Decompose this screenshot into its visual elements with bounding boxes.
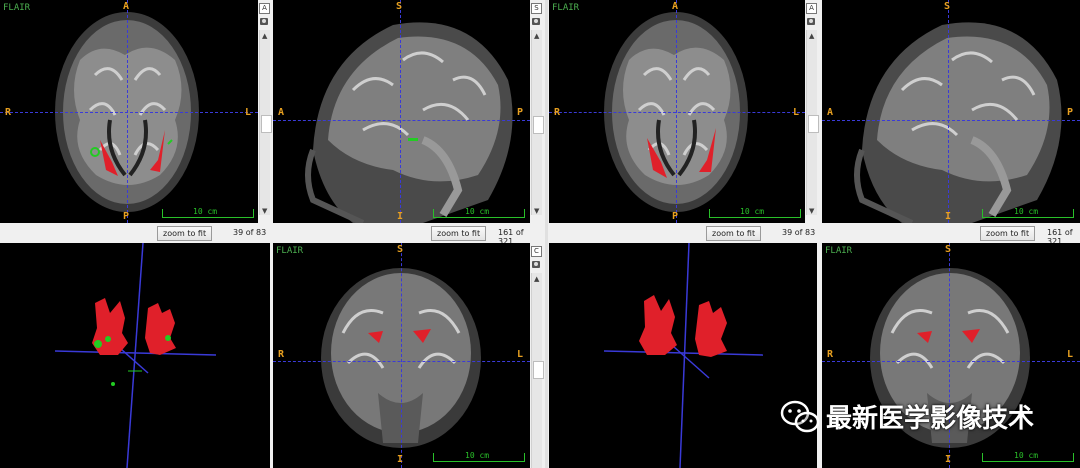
watermark: 最新医学影像技术 — [780, 398, 1034, 435]
coronal-view[interactable]: FLAIR S R L I 10 cm — [273, 243, 530, 468]
scroll-up-icon[interactable]: ▲ — [534, 32, 539, 40]
camera-icon[interactable] — [532, 18, 540, 25]
sagittal-sidebar: S ▲ ▼ — [530, 0, 544, 223]
sagittal-toolbar: zoom to fit 161 of 321 — [822, 224, 1080, 246]
crosshair-horizontal — [0, 112, 258, 113]
scale-label: 10 cm — [193, 207, 218, 216]
axial-sidebar: A ▲ ▼ — [805, 0, 819, 223]
3d-lesion-render — [603, 243, 764, 468]
axial-view-button[interactable]: A — [806, 3, 817, 14]
scroll-down-icon[interactable]: ▼ — [809, 207, 814, 215]
sagittal-view-button[interactable]: S — [531, 3, 542, 14]
scroll-thumb[interactable] — [808, 115, 819, 133]
orientation-inferior: I — [397, 211, 404, 222]
coronal-sidebar: C ▲ — [530, 243, 544, 468]
sagittal-scrollbar[interactable]: ▲ ▼ — [531, 30, 544, 215]
panel-divider — [545, 0, 548, 468]
watermark-text: 最新医学影像技术 — [826, 404, 1035, 434]
orientation-inferior: I — [945, 454, 952, 465]
coronal-view-button[interactable]: C — [531, 246, 542, 257]
scroll-down-icon[interactable]: ▼ — [262, 207, 267, 215]
orientation-anterior: A — [123, 1, 130, 12]
camera-icon[interactable] — [532, 261, 540, 268]
coronal-scrollbar[interactable]: ▲ — [531, 273, 544, 468]
crosshair-horizontal — [822, 120, 1080, 121]
orientation-anterior: A — [672, 1, 679, 12]
orientation-anterior: A — [278, 107, 285, 118]
axial-scrollbar[interactable]: ▲ ▼ — [259, 30, 272, 215]
sequence-label: FLAIR — [825, 246, 853, 256]
zoom-to-fit-button[interactable]: zoom to fit — [157, 226, 213, 241]
sagittal-view[interactable]: S A P I 10 cm — [822, 0, 1080, 223]
sequence-label: FLAIR — [552, 3, 580, 13]
orientation-right: R — [554, 107, 561, 118]
zoom-to-fit-button[interactable]: zoom to fit — [706, 226, 762, 241]
crosshair-horizontal — [273, 361, 530, 362]
scale-label: 10 cm — [1014, 451, 1039, 460]
orientation-posterior: P — [517, 107, 524, 118]
orientation-posterior: P — [1067, 107, 1074, 118]
orientation-superior: S — [945, 244, 952, 255]
slice-counter: 39 of 83 — [782, 228, 816, 237]
scale-label: 10 cm — [465, 451, 490, 460]
axial-view-button[interactable]: A — [259, 3, 270, 14]
crosshair-vertical — [948, 0, 949, 223]
orientation-right: R — [827, 349, 834, 360]
crosshair-vertical — [401, 243, 402, 468]
sagittal-brain-image — [305, 22, 513, 223]
wechat-icon — [780, 400, 820, 432]
scale-label: 10 cm — [465, 207, 490, 216]
scale-label: 10 cm — [1014, 207, 1039, 216]
orientation-right: R — [5, 107, 12, 118]
sagittal-view[interactable]: S A P I 10 cm — [273, 0, 530, 223]
orientation-left: L — [1067, 349, 1074, 360]
crosshair-horizontal — [822, 361, 1080, 362]
camera-icon[interactable] — [807, 18, 815, 25]
orientation-inferior: I — [945, 211, 952, 222]
scroll-up-icon[interactable]: ▲ — [262, 32, 267, 40]
orientation-inferior: I — [397, 454, 404, 465]
3d-render-view[interactable] — [549, 243, 817, 468]
orientation-superior: S — [397, 244, 404, 255]
axial-view[interactable]: FLAIR A R L P 10 cm — [0, 0, 258, 223]
crosshair-horizontal — [549, 112, 805, 113]
crosshair-horizontal — [273, 120, 530, 121]
3d-lesion-render — [54, 243, 217, 468]
axial-toolbar: zoom to fit 39 of 83 — [549, 224, 817, 242]
orientation-superior: S — [944, 1, 951, 12]
axial-toolbar: zoom to fit 39 of 83 — [0, 224, 270, 242]
scale-label: 10 cm — [740, 207, 765, 216]
orientation-posterior: P — [123, 211, 130, 222]
3d-render-view[interactable] — [0, 243, 270, 468]
scroll-thumb[interactable] — [533, 361, 544, 379]
sagittal-brain-image — [854, 22, 1062, 223]
crosshair-vertical — [400, 0, 401, 223]
scroll-thumb[interactable] — [533, 116, 544, 134]
orientation-anterior: A — [827, 107, 834, 118]
zoom-to-fit-button[interactable]: zoom to fit — [431, 226, 487, 241]
scroll-down-icon[interactable]: ▼ — [534, 207, 539, 215]
orientation-right: R — [278, 349, 285, 360]
slice-counter: 39 of 83 — [233, 228, 267, 237]
orientation-left: L — [793, 107, 800, 118]
sequence-label: FLAIR — [276, 246, 304, 256]
scroll-thumb[interactable] — [261, 115, 272, 133]
orientation-left: L — [245, 107, 252, 118]
camera-icon[interactable] — [260, 18, 268, 25]
orientation-left: L — [517, 349, 524, 360]
scroll-up-icon[interactable]: ▲ — [534, 275, 539, 283]
orientation-posterior: P — [672, 211, 679, 222]
sequence-label: FLAIR — [3, 3, 31, 13]
axial-sidebar: A ▲ ▼ — [258, 0, 272, 223]
orientation-superior: S — [396, 1, 403, 12]
axial-view[interactable]: FLAIR A R L P 10 cm — [549, 0, 805, 223]
axial-scrollbar[interactable]: ▲ ▼ — [806, 30, 819, 215]
left-viewer: FLAIR A R L P 10 cm A ▲ ▼ S A P I 10 cm … — [0, 0, 544, 468]
zoom-to-fit-button[interactable]: zoom to fit — [980, 226, 1036, 241]
sagittal-toolbar: zoom to fit 161 of 321 — [273, 224, 540, 246]
scroll-up-icon[interactable]: ▲ — [809, 32, 814, 40]
